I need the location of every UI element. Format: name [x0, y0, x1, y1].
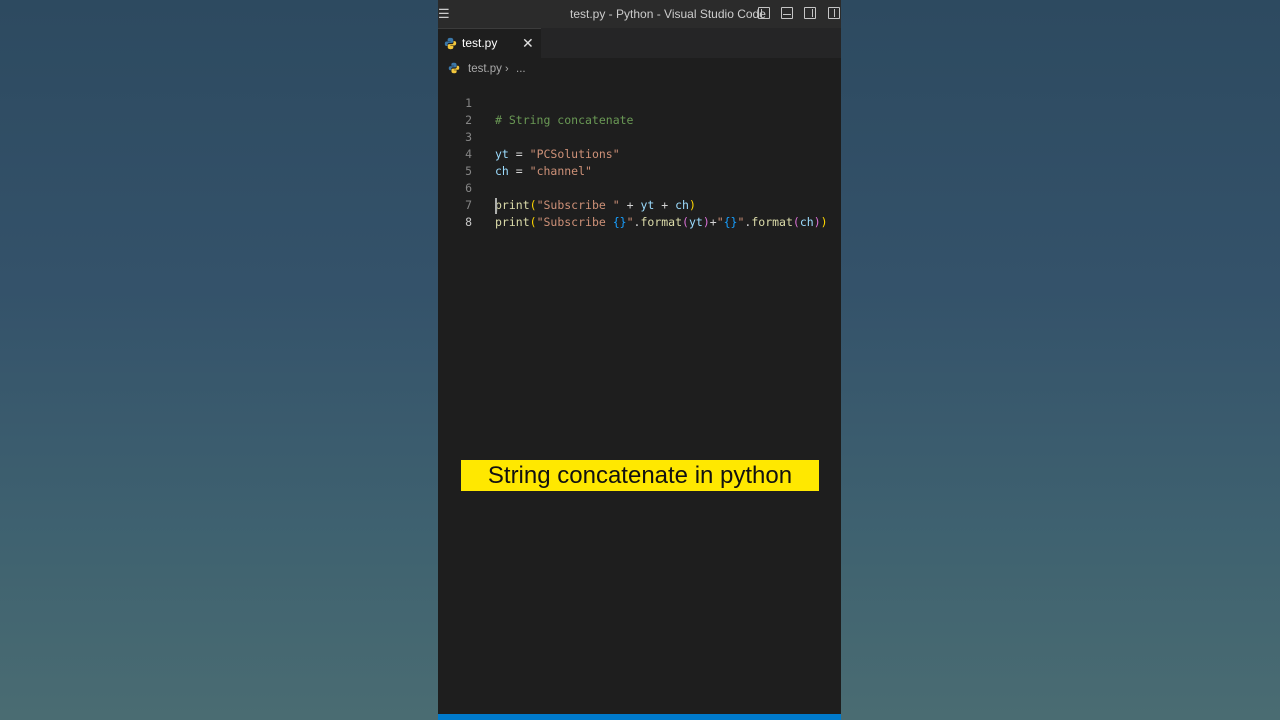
vscode-window: ☰ test.py - Python - Visual Studio Code … [438, 0, 841, 720]
code-line-6: 6 print("Subscribe " + yt + ch) [438, 163, 841, 212]
title-bar: ☰ test.py - Python - Visual Studio Code [438, 0, 841, 28]
breadcrumb-separator: › [505, 63, 509, 75]
code-token: "Subscribe [536, 215, 613, 229]
code-token: ( [682, 215, 689, 229]
python-icon [444, 37, 457, 50]
code-token: " [626, 215, 634, 229]
code-token: ) [702, 215, 710, 229]
code-line-8: 8 [438, 197, 841, 229]
window-title: test.py - Python - Visual Studio Code [570, 7, 766, 21]
code-editor[interactable]: 1 # String concatenate 2 3 yt = "PCSolut… [438, 78, 841, 714]
code-token: " [716, 215, 724, 229]
code-token: {} [723, 215, 738, 229]
code-line-3: 3 yt = "PCSolutions" [438, 112, 841, 161]
toggle-secondary-sidebar-icon[interactable] [804, 7, 816, 19]
code-token: ( [792, 215, 800, 229]
breadcrumb-file[interactable]: test.py [468, 58, 502, 80]
text-cursor [495, 198, 497, 214]
hamburger-menu-icon[interactable]: ☰ [438, 5, 450, 23]
code-token: format [640, 215, 683, 229]
code-token: print [495, 215, 530, 229]
code-token: yt [688, 215, 703, 229]
code-line-7: 7 print("Subscribe {}".format(yt)+"{}".f… [438, 180, 841, 229]
code-token: format [751, 215, 793, 229]
code-token: ch [799, 215, 814, 229]
code-token: ) [820, 215, 828, 229]
code-line-4: 4 ch = "channel" [438, 129, 841, 178]
close-tab-icon[interactable]: ✕ [522, 29, 534, 57]
toggle-primary-sidebar-icon[interactable] [758, 7, 770, 19]
line-number: 8 [465, 215, 472, 229]
breadcrumb: test.py › ... [438, 58, 841, 80]
code-token: ( [529, 215, 537, 229]
breadcrumb-more[interactable]: ... [516, 58, 526, 80]
code-line-2: 2 [438, 95, 841, 127]
code-line-1: 1 # String concatenate [438, 78, 841, 127]
code-token: + [709, 215, 717, 229]
tab-bar: test.py ✕ [438, 28, 841, 58]
video-caption: String concatenate in python [461, 460, 819, 491]
code-line-5: 5 [438, 146, 841, 178]
code-token: ) [813, 215, 821, 229]
python-icon [448, 62, 460, 74]
customize-layout-icon[interactable] [828, 7, 840, 19]
code-token: {} [612, 215, 627, 229]
toggle-panel-icon[interactable] [781, 7, 793, 19]
tab-label: test.py [462, 36, 498, 50]
status-bar [438, 714, 841, 720]
tab-test-py[interactable]: test.py ✕ [438, 28, 541, 58]
